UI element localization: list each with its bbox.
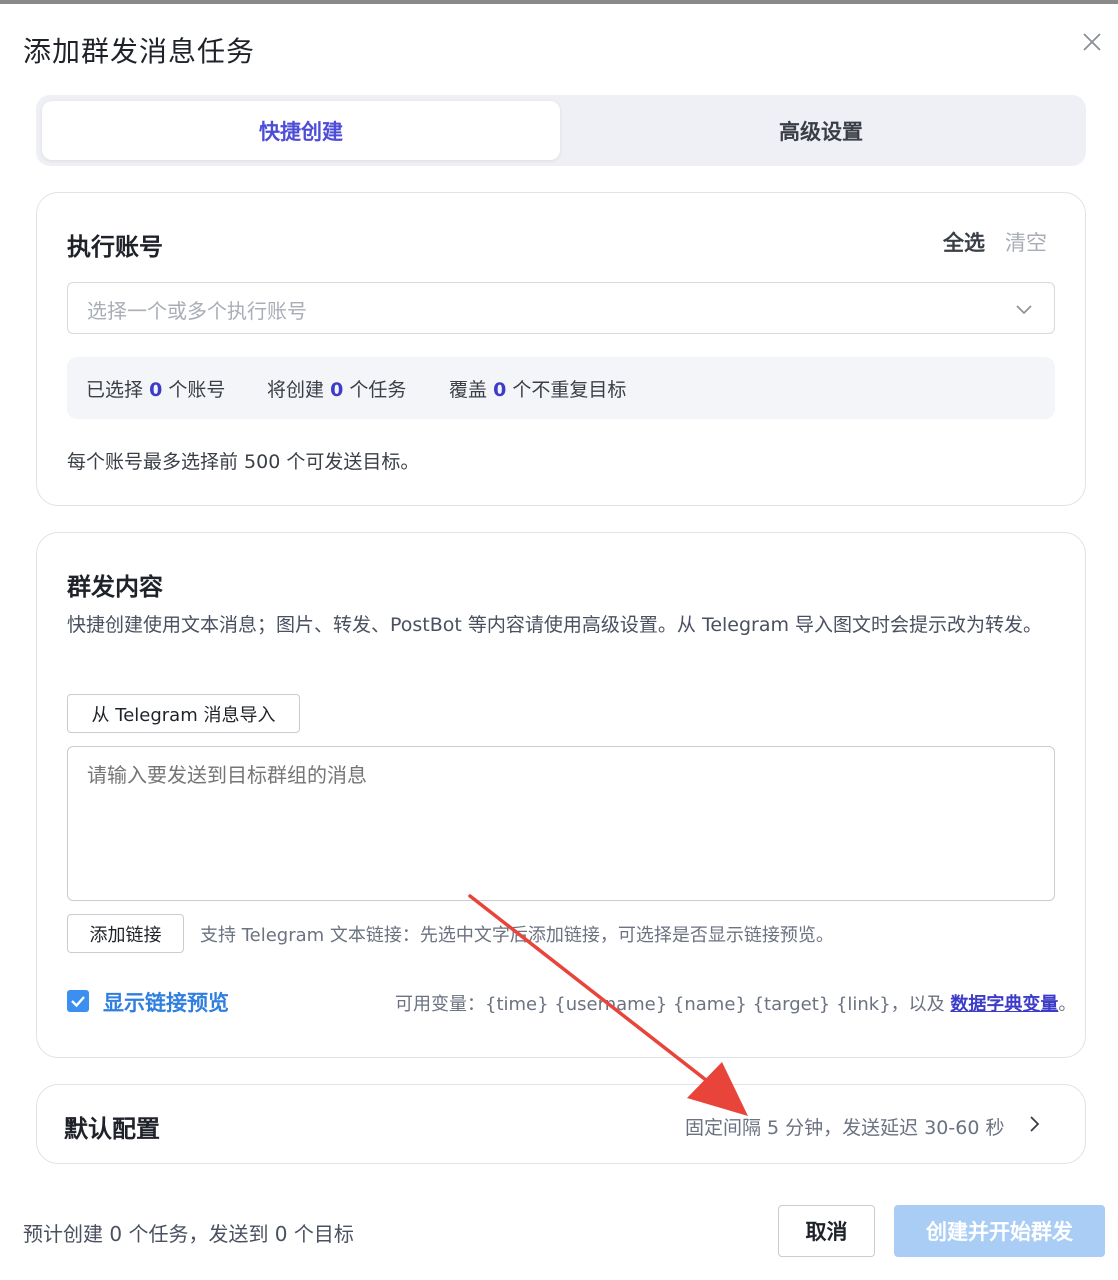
accounts-card: 执行账号 全选 清空 选择一个或多个执行账号 已选择 0 个账号 将创建 0 个… [36, 192, 1086, 506]
content-description: 快捷创建使用文本消息；图片、转发、PostBot 等内容请使用高级设置。从 Te… [67, 614, 1043, 636]
mode-tabs: 快捷创建 高级设置 [36, 95, 1086, 166]
import-from-telegram-button[interactable]: 从 Telegram 消息导入 [67, 694, 300, 733]
accounts-note: 每个账号最多选择前 500 个可发送目标。 [67, 451, 420, 473]
unique-targets-count: 覆盖 0 个不重复目标 [449, 379, 627, 401]
default-config-summary: 固定间隔 5 分钟，发送延迟 30-60 秒 [685, 1117, 1005, 1139]
data-dictionary-link[interactable]: 数据字典变量 [950, 994, 1058, 1015]
close-icon[interactable] [1078, 28, 1106, 56]
window-top-border [0, 0, 1118, 4]
accounts-title: 执行账号 [67, 233, 163, 261]
chevron-right-icon[interactable] [1025, 1113, 1045, 1135]
content-card: 群发内容 快捷创建使用文本消息；图片、转发、PostBot 等内容请使用高级设置… [36, 532, 1086, 1058]
default-config-title: 默认配置 [64, 1115, 160, 1143]
dialog-title: 添加群发消息任务 [23, 35, 256, 68]
cancel-button[interactable]: 取消 [778, 1205, 875, 1257]
default-config-card[interactable]: 默认配置 固定间隔 5 分钟，发送延迟 30-60 秒 [36, 1084, 1086, 1164]
available-variables: 可用变量：{time} {username} {name} {target} {… [395, 994, 1077, 1015]
content-title: 群发内容 [67, 573, 163, 601]
show-link-preview-label[interactable]: 显示链接预览 [103, 987, 229, 1017]
tab-advanced-settings[interactable]: 高级设置 [562, 101, 1080, 160]
create-and-start-button[interactable]: 创建并开始群发 [894, 1205, 1105, 1257]
clear-button[interactable]: 清空 [1005, 227, 1047, 257]
add-link-button[interactable]: 添加链接 [67, 914, 184, 953]
selected-accounts-count: 已选择 0 个账号 [86, 379, 226, 401]
tasks-to-create-count: 将创建 0 个任务 [267, 379, 407, 401]
message-input[interactable] [67, 746, 1055, 901]
selection-summary: 已选择 0 个账号 将创建 0 个任务 覆盖 0 个不重复目标 [67, 357, 1055, 419]
account-select[interactable]: 选择一个或多个执行账号 [67, 282, 1055, 334]
footer-estimate: 预计创建 0 个任务，发送到 0 个目标 [23, 1222, 354, 1246]
select-all-button[interactable]: 全选 [943, 227, 985, 257]
account-select-placeholder: 选择一个或多个执行账号 [87, 299, 307, 323]
add-link-hint: 支持 Telegram 文本链接：先选中文字后添加链接，可选择是否显示链接预览。 [200, 925, 834, 946]
chevron-down-icon [1014, 299, 1034, 319]
tab-quick-create[interactable]: 快捷创建 [42, 101, 560, 160]
show-link-preview-checkbox[interactable] [67, 990, 89, 1012]
